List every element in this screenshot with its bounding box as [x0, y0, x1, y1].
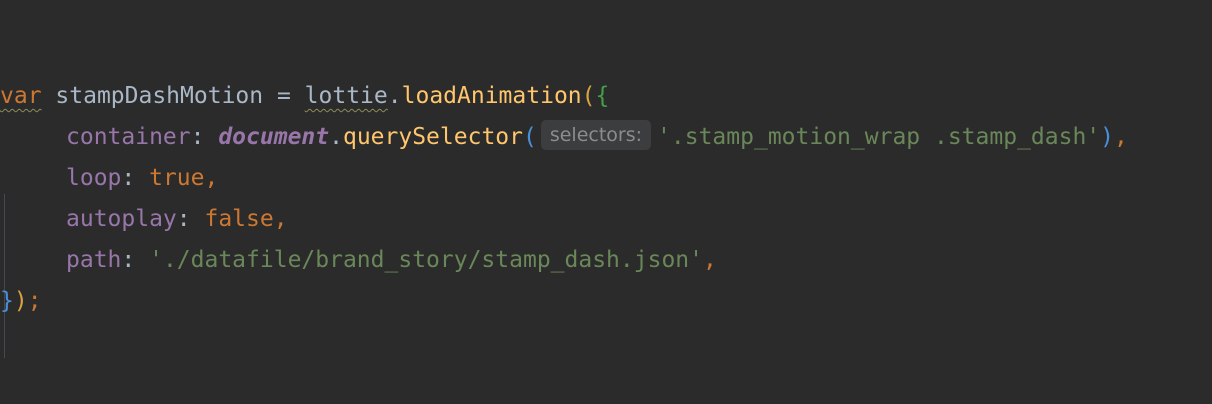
- container-key: container: [66, 124, 191, 150]
- close-brace: }: [0, 288, 14, 314]
- code-line-6[interactable]: });: [0, 281, 1212, 322]
- comma: ,: [1114, 124, 1128, 150]
- loop-key: loop: [66, 165, 122, 191]
- code-line-3[interactable]: loop: true,: [0, 158, 1212, 199]
- open-brace: {: [595, 83, 610, 109]
- query-selector-method: querySelector: [342, 124, 523, 150]
- code-editor[interactable]: var stampDashMotion = lottie.loadAnimati…: [0, 76, 1212, 358]
- close-paren: ): [13, 288, 28, 314]
- path-string: './datafile/brand_story/stamp_dash.json': [149, 247, 703, 273]
- assign-operator: =: [263, 83, 305, 109]
- comma: ,: [702, 247, 717, 273]
- comma: ,: [273, 206, 288, 232]
- autoplay-key: autoplay: [66, 206, 177, 232]
- document-global: document: [218, 124, 330, 150]
- comma: ,: [204, 165, 219, 191]
- open-paren: (: [581, 83, 596, 109]
- var-keyword: var: [0, 83, 42, 109]
- loop-value: true: [149, 165, 205, 191]
- open-paren: (: [522, 124, 537, 150]
- dot-operator: .: [329, 124, 343, 150]
- dot-operator: .: [387, 83, 402, 109]
- colon: :: [121, 165, 150, 191]
- parameter-hint: selectors:: [540, 120, 652, 150]
- code-line-5[interactable]: path: './datafile/brand_story/stamp_dash…: [0, 240, 1212, 281]
- autoplay-value: false: [204, 206, 274, 232]
- code-line-1[interactable]: var stampDashMotion = lottie.loadAnimati…: [0, 76, 1212, 117]
- lottie-object: lottie: [304, 83, 388, 109]
- close-paren: ): [1100, 124, 1115, 150]
- load-animation-method: loadAnimation: [401, 83, 582, 109]
- colon: :: [190, 124, 219, 150]
- colon: :: [176, 206, 205, 232]
- colon: :: [121, 247, 150, 273]
- selector-string: '.stamp_motion_wrap .stamp_dash': [657, 124, 1101, 150]
- variable-name: stampDashMotion: [55, 83, 264, 109]
- code-line-4[interactable]: autoplay: false,: [0, 199, 1212, 240]
- semicolon: ;: [27, 288, 42, 314]
- path-key: path: [66, 247, 122, 273]
- code-line-2[interactable]: container: document.querySelector(select…: [0, 117, 1212, 158]
